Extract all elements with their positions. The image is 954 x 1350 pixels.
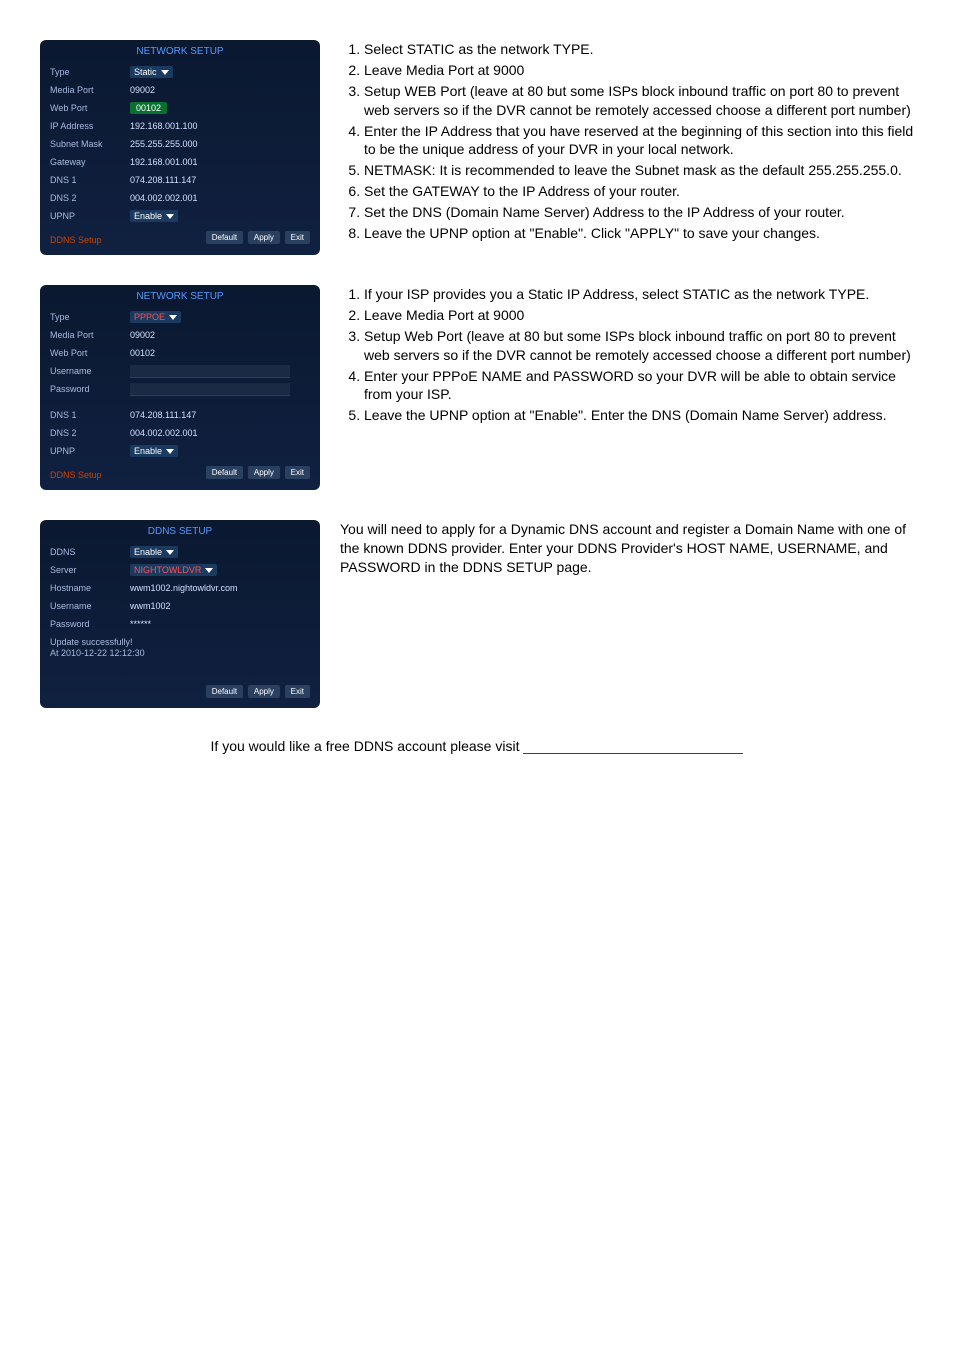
list-item: Set the GATEWAY to the IP Address of you… [364,182,914,201]
panel-title: NETWORK SETUP [50,291,310,302]
row-label: Hostname [50,583,130,593]
network-setup-panel-static: NETWORK SETUP Type Static Media Port0900… [40,40,320,255]
password-field[interactable]: ****** [130,619,151,629]
exit-button[interactable]: Exit [285,685,310,698]
media-port-value[interactable]: 09002 [130,330,155,340]
type-dropdown[interactable]: PPPOE [130,311,181,323]
dns2-value[interactable]: 004.002.002.001 [130,428,198,438]
web-port-value[interactable]: 00102 [130,348,155,358]
row-label: IP Address [50,121,130,131]
ddns-enable-dropdown[interactable]: Enable [130,546,178,558]
apply-button[interactable]: Apply [248,231,280,244]
dns1-value[interactable]: 074.208.111.147 [130,410,196,420]
paragraph: You will need to apply for a Dynamic DNS… [340,520,914,577]
row-label: Media Port [50,85,130,95]
network-setup-panel-pppoe: NETWORK SETUP Type PPPOE Media Port09002… [40,285,320,490]
chevron-down-icon [166,550,174,555]
web-port-value[interactable]: 00102 [130,102,167,114]
hostname-field[interactable]: wwm1002.nightowldvr.com [130,583,238,593]
list-item: NETMASK: It is recommended to leave the … [364,161,914,180]
list-item: Setup WEB Port (leave at 80 but some ISP… [364,82,914,120]
list-item: Setup Web Port (leave at 80 but some ISP… [364,327,914,365]
type-dropdown[interactable]: Static [130,66,173,78]
list-item: Leave the UPNP option at "Enable". Click… [364,224,914,243]
list-item: If your ISP provides you a Static IP Add… [364,285,914,304]
ddns-setup-panel: DDNS SETUP DDNS Enable Server NIGHTOWLDV… [40,520,320,708]
ddns-instructions: You will need to apply for a Dynamic DNS… [340,520,914,708]
gateway-value[interactable]: 192.168.001.001 [130,157,198,167]
panel-title: NETWORK SETUP [50,46,310,57]
chevron-down-icon [161,70,169,75]
row-label: DNS 1 [50,410,130,420]
row-label: Web Port [50,348,130,358]
row-label: DNS 1 [50,175,130,185]
chevron-down-icon [166,449,174,454]
username-field[interactable]: wwm1002 [130,601,171,611]
upnp-dropdown[interactable]: Enable [130,445,178,457]
pppoe-instructions: If your ISP provides you a Static IP Add… [340,285,914,490]
panel-title: DDNS SETUP [50,526,310,537]
media-port-value[interactable]: 09002 [130,85,155,95]
exit-button[interactable]: Exit [285,466,310,479]
list-item: Select STATIC as the network TYPE. [364,40,914,59]
password-field[interactable] [130,383,290,396]
row-label: Web Port [50,103,130,113]
default-button[interactable]: Default [206,685,243,698]
row-label: Password [50,619,130,629]
row-label: Media Port [50,330,130,340]
static-instructions: Select STATIC as the network TYPE. Leave… [340,40,914,255]
default-button[interactable]: Default [206,466,243,479]
apply-button[interactable]: Apply [248,685,280,698]
exit-button[interactable]: Exit [285,231,310,244]
row-label: Subnet Mask [50,139,130,149]
row-label: UPNP [50,211,130,221]
row-label: DNS 2 [50,193,130,203]
row-label: Server [50,565,130,575]
list-item: Enter your PPPoE NAME and PASSWORD so yo… [364,367,914,405]
ip-address-value[interactable]: 192.168.001.100 [130,121,198,131]
chevron-down-icon [166,214,174,219]
ddns-setup-link[interactable]: DDNS Setup [50,235,102,245]
chevron-down-icon [205,568,213,573]
row-label: Password [50,384,130,394]
apply-button[interactable]: Apply [248,466,280,479]
update-status: Update successfully! At 2010-12-22 12:12… [50,637,310,659]
blank-field [523,753,743,754]
list-item: Leave the UPNP option at "Enable". Enter… [364,406,914,425]
row-label: Gateway [50,157,130,167]
row-label: DDNS [50,547,130,557]
chevron-down-icon [169,315,177,320]
footer-text: If you would like a free DDNS account pl… [40,738,914,754]
row-label: Type [50,67,130,77]
row-label: Username [50,366,130,376]
row-label: UPNP [50,446,130,456]
list-item: Leave Media Port at 9000 [364,306,914,325]
list-item: Leave Media Port at 9000 [364,61,914,80]
row-label: Username [50,601,130,611]
list-item: Enter the IP Address that you have reser… [364,122,914,160]
list-item: Set the DNS (Domain Name Server) Address… [364,203,914,222]
server-dropdown[interactable]: NIGHTOWLDVR [130,564,217,576]
row-label: DNS 2 [50,428,130,438]
row-label: Type [50,312,130,322]
ddns-setup-link[interactable]: DDNS Setup [50,470,102,480]
upnp-dropdown[interactable]: Enable [130,210,178,222]
dns1-value[interactable]: 074.208.111.147 [130,175,196,185]
default-button[interactable]: Default [206,231,243,244]
subnet-mask-value[interactable]: 255.255.255.000 [130,139,198,149]
username-field[interactable] [130,365,290,378]
dns2-value[interactable]: 004.002.002.001 [130,193,198,203]
